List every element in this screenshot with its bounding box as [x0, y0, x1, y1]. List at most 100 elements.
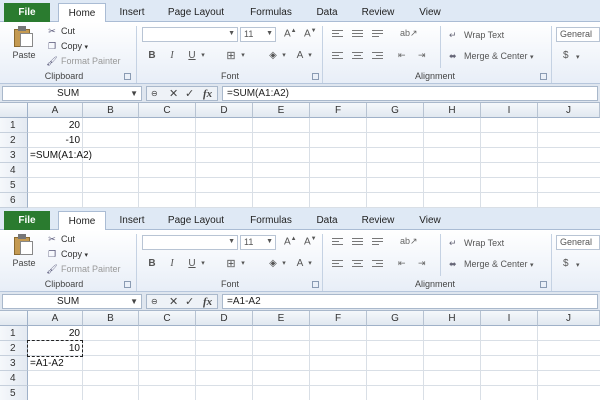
chevron-down-icon[interactable]: ▾: [239, 256, 247, 272]
formula-input[interactable]: =A1-A2: [222, 294, 598, 309]
increase-indent-icon[interactable]: ⇥: [418, 50, 432, 62]
enter-check-icon[interactable]: ✓: [185, 87, 194, 101]
paste-button[interactable]: Paste: [10, 234, 38, 268]
chevron-down-icon[interactable]: ▾: [199, 48, 207, 64]
tab-formulas[interactable]: Formulas: [244, 211, 298, 230]
cell-a3[interactable]: =A1-A2: [29, 356, 139, 371]
row-header-2[interactable]: 2: [0, 133, 28, 148]
row-header-4[interactable]: 4: [0, 371, 28, 386]
chevron-down-icon[interactable]: ▾: [280, 48, 288, 64]
file-tab[interactable]: File: [4, 3, 50, 22]
chevron-down-icon[interactable]: ▾: [306, 48, 314, 64]
tab-review[interactable]: Review: [356, 211, 400, 230]
name-box[interactable]: SUM ▼: [2, 86, 142, 101]
shrink-font-icon[interactable]: A▼: [304, 28, 317, 39]
font-name-select[interactable]: ▼: [142, 235, 238, 250]
cell-a2[interactable]: -10: [28, 133, 83, 148]
cell-a3[interactable]: =SUM(A1:A2): [29, 148, 139, 163]
column-header-e[interactable]: E: [253, 103, 310, 118]
tab-view[interactable]: View: [414, 3, 446, 22]
format-painter-button[interactable]: 🖌 Format Painter: [46, 262, 120, 276]
paste-button[interactable]: Paste: [10, 26, 38, 60]
enter-check-icon[interactable]: ✓: [185, 295, 194, 309]
clipboard-launcher-icon[interactable]: [124, 281, 131, 288]
cut-button[interactable]: ✂ Cut: [46, 24, 75, 38]
underline-icon[interactable]: U: [186, 48, 198, 64]
bold-icon[interactable]: B: [146, 256, 158, 272]
italic-icon[interactable]: I: [166, 48, 178, 64]
align-middle-icon[interactable]: [352, 30, 363, 39]
tab-data[interactable]: Data: [312, 3, 342, 22]
cancel-icon[interactable]: ✕: [169, 295, 178, 309]
splitter-icon[interactable]: ⊖: [151, 295, 158, 309]
align-middle-icon[interactable]: [352, 238, 363, 247]
align-left-icon[interactable]: [332, 52, 343, 61]
align-top-icon[interactable]: [332, 30, 343, 39]
insert-function-icon[interactable]: fx: [203, 295, 212, 309]
column-header-a[interactable]: A: [28, 311, 83, 326]
column-header-f[interactable]: F: [310, 103, 367, 118]
select-all-corner[interactable]: [0, 103, 28, 118]
row-header-2[interactable]: 2: [0, 341, 28, 356]
font-color-icon[interactable]: A: [294, 256, 306, 272]
file-tab[interactable]: File: [4, 211, 50, 230]
font-launcher-icon[interactable]: [312, 73, 319, 80]
column-header-c[interactable]: C: [139, 103, 196, 118]
font-size-select[interactable]: 11 ▼: [240, 27, 276, 42]
bold-icon[interactable]: B: [146, 48, 158, 64]
cancel-icon[interactable]: ✕: [169, 87, 178, 101]
underline-icon[interactable]: U: [186, 256, 198, 272]
wrap-text-button[interactable]: ↵ Wrap Text: [449, 236, 504, 250]
select-all-corner[interactable]: [0, 311, 28, 326]
increase-indent-icon[interactable]: ⇥: [418, 258, 432, 270]
column-header-b[interactable]: B: [83, 311, 139, 326]
tab-page-layout[interactable]: Page Layout: [164, 3, 228, 22]
borders-icon[interactable]: ⊞: [224, 256, 238, 272]
column-header-c[interactable]: C: [139, 311, 196, 326]
alignment-launcher-icon[interactable]: [540, 281, 547, 288]
column-header-f[interactable]: F: [310, 311, 367, 326]
column-header-h[interactable]: H: [424, 103, 481, 118]
number-format-select[interactable]: General: [556, 235, 600, 250]
column-header-j[interactable]: J: [538, 103, 600, 118]
column-header-d[interactable]: D: [196, 311, 253, 326]
grow-font-icon[interactable]: A▲: [284, 28, 297, 39]
tab-home[interactable]: Home: [58, 211, 106, 231]
column-header-g[interactable]: G: [367, 311, 424, 326]
chevron-down-icon[interactable]: ▾: [306, 256, 314, 272]
align-top-icon[interactable]: [332, 238, 343, 247]
align-center-icon[interactable]: [352, 52, 363, 61]
row-header-6[interactable]: 6: [0, 193, 28, 208]
chevron-down-icon[interactable]: ▾: [576, 261, 580, 269]
tab-insert[interactable]: Insert: [112, 211, 152, 230]
column-header-i[interactable]: I: [481, 103, 538, 118]
column-header-h[interactable]: H: [424, 311, 481, 326]
font-size-select[interactable]: 11 ▼: [240, 235, 276, 250]
tab-view[interactable]: View: [414, 211, 446, 230]
row-header-4[interactable]: 4: [0, 163, 28, 178]
row-header-5[interactable]: 5: [0, 386, 28, 400]
row-header-3[interactable]: 3: [0, 148, 28, 163]
font-name-select[interactable]: ▼: [142, 27, 238, 42]
fill-color-icon[interactable]: ◈: [266, 256, 280, 272]
tab-home[interactable]: Home: [58, 3, 106, 23]
chevron-down-icon[interactable]: ▾: [199, 256, 207, 272]
decrease-indent-icon[interactable]: ⇤: [398, 258, 412, 270]
grow-font-icon[interactable]: A▲: [284, 236, 297, 247]
align-bottom-icon[interactable]: [372, 238, 383, 247]
formula-input[interactable]: =SUM(A1:A2): [222, 86, 598, 101]
align-center-icon[interactable]: [352, 260, 363, 269]
insert-function-icon[interactable]: fx: [203, 87, 212, 101]
row-header-5[interactable]: 5: [0, 178, 28, 193]
tab-data[interactable]: Data: [312, 211, 342, 230]
name-box[interactable]: SUM ▼: [2, 294, 142, 309]
cell-a1[interactable]: 20: [28, 118, 83, 133]
orientation-icon[interactable]: ab↗: [400, 28, 418, 40]
currency-button[interactable]: $: [563, 50, 569, 61]
align-right-icon[interactable]: [372, 52, 383, 61]
chevron-down-icon[interactable]: ▾: [576, 53, 580, 61]
number-format-select[interactable]: General: [556, 27, 600, 42]
merge-center-button[interactable]: ⬌ Merge & Center ▾: [449, 49, 534, 63]
format-painter-button[interactable]: 🖌 Format Painter: [46, 54, 120, 68]
column-header-i[interactable]: I: [481, 311, 538, 326]
